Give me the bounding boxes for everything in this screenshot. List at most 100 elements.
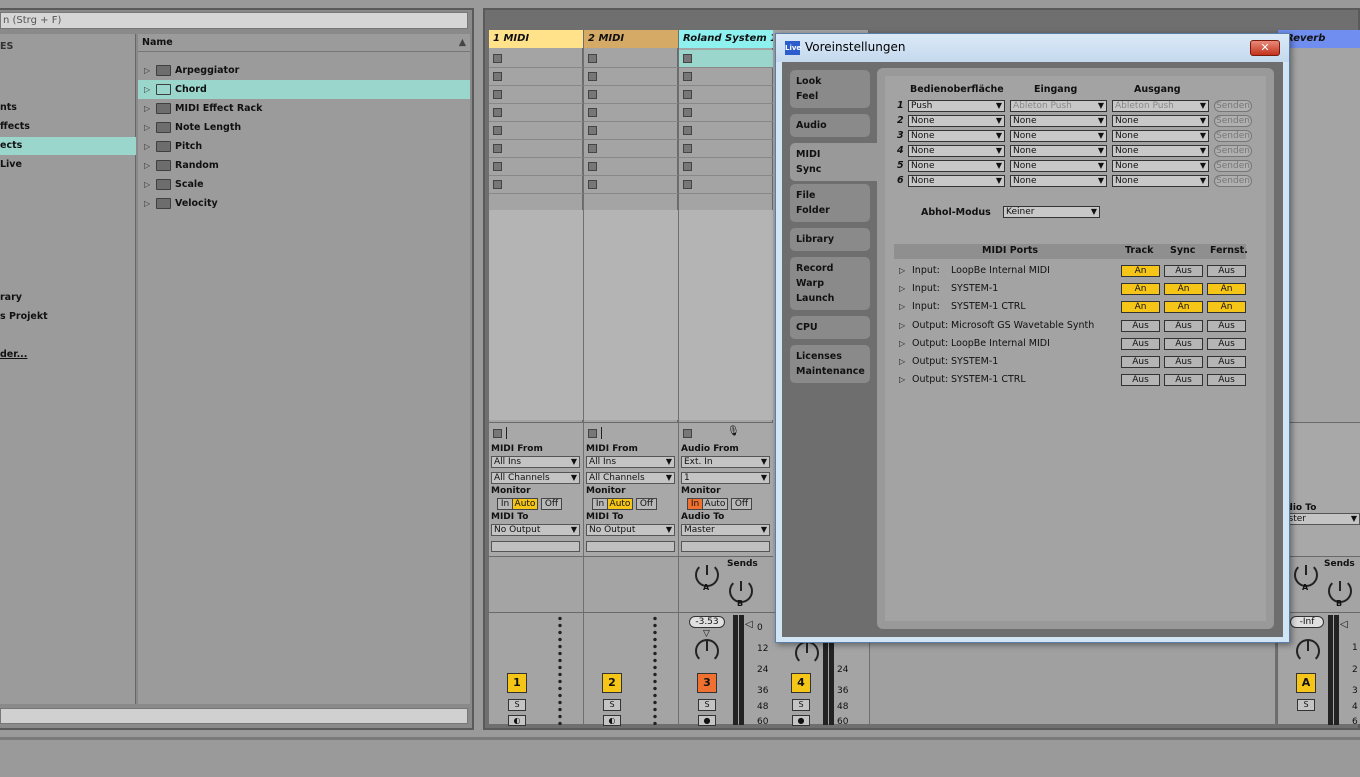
input-select[interactable]: None xyxy=(1010,130,1107,142)
monitor-auto-button[interactable]: Auto xyxy=(607,498,633,510)
track-activator-4[interactable]: 4 xyxy=(791,673,811,693)
arm-button[interactable]: ● xyxy=(698,715,716,726)
expand-triangle-icon[interactable]: ▷ xyxy=(899,371,905,389)
browser-item[interactable]: ▷ Velocity xyxy=(138,194,470,213)
clip-slot[interactable] xyxy=(584,158,678,176)
port-track-toggle[interactable]: An xyxy=(1121,283,1160,296)
solo-button-4[interactable]: S xyxy=(792,699,810,711)
clip-stop-button[interactable] xyxy=(588,126,597,135)
clip-stop-button[interactable] xyxy=(588,54,597,63)
browser-place-3[interactable]: ects xyxy=(0,137,136,155)
close-button[interactable]: ✕ xyxy=(1250,40,1280,56)
clip-stop-button[interactable] xyxy=(493,72,502,81)
expand-triangle-icon[interactable]: ▷ xyxy=(899,353,905,371)
port-sync-toggle[interactable]: Aus xyxy=(1164,319,1203,332)
clip-slot[interactable] xyxy=(679,104,773,122)
track-title[interactable]: 2 MIDI xyxy=(584,30,678,48)
monitor-in-button[interactable]: In xyxy=(592,498,608,510)
midi-port-row[interactable]: ▷ Input: SYSTEM-1 An An An xyxy=(894,280,1246,298)
monitor-in-button[interactable]: In xyxy=(687,498,703,510)
clip-stop-button[interactable] xyxy=(493,144,502,153)
nav-audio[interactable]: Audio xyxy=(790,114,870,137)
output-select[interactable]: None xyxy=(1112,130,1209,142)
clip-slot[interactable] xyxy=(679,122,773,140)
midi-port-row[interactable]: ▷ Input: LoopBe Internal MIDI An Aus Aus xyxy=(894,262,1246,280)
nav-file-folder[interactable]: File Folder xyxy=(790,184,870,222)
port-remote-toggle[interactable]: Aus xyxy=(1207,265,1246,277)
dialog-titlebar[interactable]: Live Voreinstellungen ✕ xyxy=(776,34,1289,62)
pan-knob-icon[interactable] xyxy=(1296,639,1320,663)
clip-stop-button[interactable] xyxy=(683,162,692,171)
port-remote-toggle[interactable]: Aus xyxy=(1207,337,1246,350)
expand-triangle-icon[interactable]: ▷ xyxy=(144,99,150,118)
monitor-auto-button[interactable]: Auto xyxy=(512,498,538,510)
expand-triangle-icon[interactable]: ▷ xyxy=(144,175,150,194)
input-source-select[interactable]: All Ins xyxy=(491,456,580,468)
output-target-select[interactable]: No Output xyxy=(491,524,580,536)
track-activator-2[interactable]: 2 xyxy=(602,673,622,693)
clip-slot[interactable] xyxy=(489,176,583,194)
clip-stop-button[interactable] xyxy=(493,90,502,99)
clip-slot[interactable] xyxy=(489,122,583,140)
output-select[interactable]: Ableton Push xyxy=(1112,100,1209,112)
midi-port-row[interactable]: ▷ Output: SYSTEM-1 CTRL Aus Aus Aus xyxy=(894,371,1246,389)
expand-triangle-icon[interactable]: ▷ xyxy=(144,61,150,80)
send-button[interactable]: Senden xyxy=(1214,130,1252,142)
clip-slot[interactable] xyxy=(584,104,678,122)
port-track-toggle[interactable]: Aus xyxy=(1121,319,1160,332)
clip-slot[interactable] xyxy=(679,68,773,86)
volume-slider-icon[interactable]: ◁ xyxy=(1340,619,1348,630)
output-select[interactable]: None xyxy=(1112,115,1209,127)
browser-item[interactable]: ▷ Random xyxy=(138,156,470,175)
browser-item[interactable]: ▷ Chord xyxy=(138,80,470,99)
send-button[interactable]: Senden xyxy=(1214,175,1252,187)
browser-place-1[interactable]: nts xyxy=(0,99,136,117)
stop-all-button[interactable] xyxy=(493,429,502,438)
port-sync-toggle[interactable]: Aus xyxy=(1164,337,1203,350)
clip-stop-button[interactable] xyxy=(588,90,597,99)
output-channel-select[interactable] xyxy=(491,541,580,552)
volume-fader[interactable] xyxy=(652,615,658,725)
monitor-in-button[interactable]: In xyxy=(497,498,513,510)
volume-display[interactable]: -3.53 xyxy=(689,616,725,628)
midi-port-row[interactable]: ▷ Output: Microsoft GS Wavetable Synth Aus A… xyxy=(894,317,1246,335)
port-remote-toggle[interactable]: An xyxy=(1207,301,1246,314)
pan-knob-icon[interactable] xyxy=(795,641,819,665)
arm-button[interactable]: ◐ xyxy=(603,715,621,726)
clip-stop-button[interactable] xyxy=(493,162,502,171)
monitor-off-button[interactable]: Off xyxy=(541,498,562,510)
clip-stop-button[interactable] xyxy=(683,144,692,153)
expand-triangle-icon[interactable]: ▷ xyxy=(144,194,150,213)
takeover-mode-select[interactable]: Keiner xyxy=(1003,206,1100,218)
input-channel-select[interactable]: 1 xyxy=(681,472,770,484)
name-column-header[interactable]: Name ▲ xyxy=(138,34,470,52)
nav-record-warp-launch[interactable]: Record Warp Launch xyxy=(790,257,870,310)
nav-midi-sync[interactable]: MIDI Sync xyxy=(790,143,882,181)
clip-slot[interactable] xyxy=(489,50,583,68)
expand-triangle-icon[interactable]: ▷ xyxy=(144,118,150,137)
clip-slot[interactable] xyxy=(489,86,583,104)
send-button[interactable]: Senden xyxy=(1214,145,1252,157)
port-remote-toggle[interactable]: An xyxy=(1207,283,1246,296)
clip-slot[interactable] xyxy=(489,104,583,122)
expand-triangle-icon[interactable]: ▷ xyxy=(899,317,905,335)
clip-slot[interactable] xyxy=(679,140,773,158)
stop-all-button[interactable] xyxy=(683,429,692,438)
clip-slot[interactable] xyxy=(489,158,583,176)
browser-item[interactable]: ▷ Scale xyxy=(138,175,470,194)
clip-slot[interactable] xyxy=(679,176,773,194)
return-activator-a[interactable]: A xyxy=(1296,673,1316,693)
clip-slot[interactable] xyxy=(584,176,678,194)
port-sync-toggle[interactable]: Aus xyxy=(1164,356,1203,368)
port-track-toggle[interactable]: Aus xyxy=(1121,356,1160,368)
nav-cpu[interactable]: CPU xyxy=(790,316,870,339)
midi-port-row[interactable]: ▷ Output: LoopBe Internal MIDI Aus Aus Aus xyxy=(894,335,1246,353)
track-title[interactable]: Roland System 1 xyxy=(679,30,773,48)
expand-triangle-icon[interactable]: ▷ xyxy=(899,298,905,316)
clip-slot[interactable] xyxy=(489,140,583,158)
pan-knob-icon[interactable] xyxy=(695,639,719,663)
sort-ascending-icon[interactable]: ▲ xyxy=(459,34,466,52)
expand-triangle-icon[interactable]: ▷ xyxy=(899,280,905,298)
clip-stop-button[interactable] xyxy=(683,180,692,189)
send-button[interactable]: Senden xyxy=(1214,160,1252,172)
